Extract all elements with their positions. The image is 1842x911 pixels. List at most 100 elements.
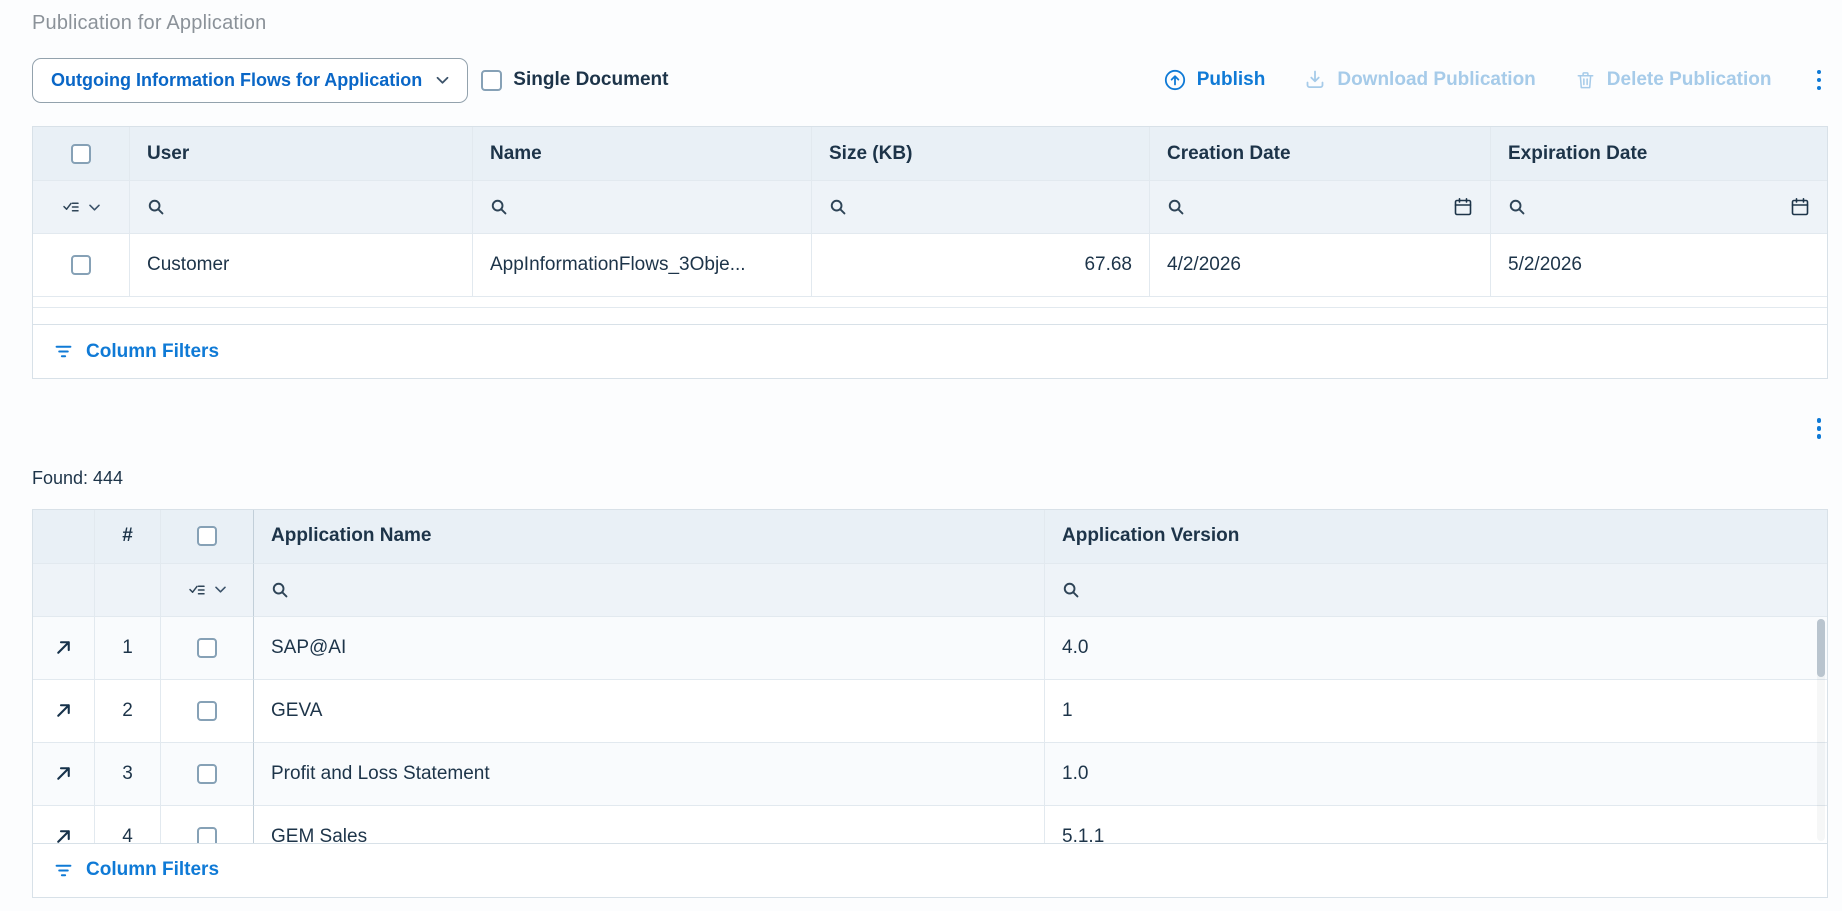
application-row[interactable]: 1 SAP@AI 4.0 xyxy=(33,617,1827,680)
grid-bottom-spacer xyxy=(33,308,1827,324)
filter-funnel-icon xyxy=(54,342,73,361)
row-number: 3 xyxy=(95,743,161,806)
download-publication-button[interactable]: Download Publication xyxy=(1303,68,1535,92)
open-row-cell xyxy=(33,806,95,843)
column-filters-button[interactable]: Column Filters xyxy=(33,843,1827,897)
search-icon xyxy=(829,198,847,216)
column-filters-label: Column Filters xyxy=(86,859,219,881)
column-header-name[interactable]: Name xyxy=(473,127,812,181)
application-name-cell: SAP@AI xyxy=(254,617,1045,680)
filter-application-version-input[interactable] xyxy=(1045,564,1827,617)
size-cell: 67.68 xyxy=(812,234,1150,297)
clipped-row xyxy=(33,297,1827,308)
calendar-icon[interactable] xyxy=(1453,197,1473,217)
row-checkbox[interactable] xyxy=(197,701,217,721)
search-icon xyxy=(147,198,165,216)
open-row-button[interactable] xyxy=(51,824,76,843)
row-checkbox-cell xyxy=(33,234,130,297)
download-icon xyxy=(1303,68,1327,92)
column-header-user[interactable]: User xyxy=(130,127,473,181)
open-row-button[interactable] xyxy=(51,761,76,786)
row-checkbox-cell xyxy=(161,743,254,806)
vertical-scrollbar[interactable] xyxy=(1817,619,1825,841)
column-header-application-version[interactable]: Application Version xyxy=(1045,510,1827,564)
row-checkbox[interactable] xyxy=(197,638,217,658)
toolbar-actions: Publish Download Publication xyxy=(1163,65,1828,96)
application-name-cell: GEVA xyxy=(254,680,1045,743)
filter-expiration-date-input[interactable] xyxy=(1491,181,1827,234)
publication-row[interactable]: Customer AppInformationFlows_3Obje... 67… xyxy=(33,234,1827,297)
column-header-creation-date[interactable]: Creation Date xyxy=(1150,127,1491,181)
checklist-filter-icon xyxy=(62,198,80,216)
publish-icon xyxy=(1163,68,1187,92)
filter-creation-date-input[interactable] xyxy=(1150,181,1491,234)
publish-label: Publish xyxy=(1197,69,1266,91)
row-number: 1 xyxy=(95,617,161,680)
column-filters-button[interactable]: Column Filters xyxy=(33,324,1827,378)
applications-rows-viewport: 1 SAP@AI 4.0 2 GEVA 1 xyxy=(33,617,1827,843)
application-version-cell: 1.0 xyxy=(1045,743,1827,806)
open-row-button[interactable] xyxy=(51,635,76,660)
publications-overflow-menu-button[interactable] xyxy=(1810,65,1829,96)
select-all-checkbox[interactable] xyxy=(71,144,91,164)
row-number: 2 xyxy=(95,680,161,743)
row-checkbox-cell xyxy=(161,806,254,843)
row-checkbox[interactable] xyxy=(71,255,91,275)
search-icon xyxy=(271,581,289,599)
filter-user-input[interactable] xyxy=(130,181,473,234)
selection-filter-cell[interactable] xyxy=(161,564,254,617)
publications-filter-row xyxy=(33,181,1827,234)
page: Publication for Application Outgoing Inf… xyxy=(0,0,1842,898)
open-row-cell xyxy=(33,680,95,743)
application-row[interactable]: 2 GEVA 1 xyxy=(33,680,1827,743)
application-version-cell: 5.1.1 xyxy=(1045,806,1827,843)
column-header-application-name[interactable]: Application Name xyxy=(254,510,1045,564)
open-row-button[interactable] xyxy=(51,698,76,723)
row-checkbox[interactable] xyxy=(197,827,217,843)
select-all-cell xyxy=(33,127,130,181)
filter-empty-cell xyxy=(33,564,95,617)
application-name-cell: GEM Sales xyxy=(254,806,1045,843)
name-cell: AppInformationFlows_3Obje... xyxy=(473,234,812,297)
open-column-header xyxy=(33,510,95,564)
chevron-down-icon xyxy=(215,586,226,593)
chevron-down-icon xyxy=(89,204,100,211)
calendar-icon[interactable] xyxy=(1790,197,1810,217)
filter-size-input[interactable] xyxy=(812,181,1150,234)
found-count: Found: 444 xyxy=(32,468,1828,489)
delete-publication-label: Delete Publication xyxy=(1607,69,1772,91)
vertical-scrollbar-thumb[interactable] xyxy=(1817,619,1825,677)
download-publication-label: Download Publication xyxy=(1337,69,1535,91)
delete-publication-button[interactable]: Delete Publication xyxy=(1574,69,1772,92)
column-header-index[interactable]: # xyxy=(95,510,161,564)
application-row[interactable]: 4 GEM Sales 5.1.1 xyxy=(33,806,1827,843)
trash-icon xyxy=(1574,69,1597,92)
open-row-cell xyxy=(33,617,95,680)
filter-application-name-input[interactable] xyxy=(254,564,1045,617)
filter-name-input[interactable] xyxy=(473,181,812,234)
application-version-cell: 4.0 xyxy=(1045,617,1827,680)
search-icon xyxy=(490,198,508,216)
applications-menu-row xyxy=(32,413,1828,444)
flow-type-dropdown[interactable]: Outgoing Information Flows for Applicati… xyxy=(32,58,468,103)
applications-grid: # Application Name Application Version xyxy=(32,509,1828,898)
publications-grid: User Name Size (KB) Creation Date Expira… xyxy=(32,126,1828,379)
column-header-expiration-date[interactable]: Expiration Date xyxy=(1491,127,1827,181)
column-filters-label: Column Filters xyxy=(86,341,219,363)
application-version-cell: 1 xyxy=(1045,680,1827,743)
application-row[interactable]: 3 Profit and Loss Statement 1.0 xyxy=(33,743,1827,806)
expiration-date-cell: 5/2/2026 xyxy=(1491,234,1827,297)
applications-header-row: # Application Name Application Version xyxy=(33,510,1827,564)
select-all-cell xyxy=(161,510,254,564)
single-document-checkbox[interactable] xyxy=(481,70,502,91)
column-header-size[interactable]: Size (KB) xyxy=(812,127,1150,181)
applications-overflow-menu-button[interactable] xyxy=(1810,413,1829,444)
single-document-field[interactable]: Single Document xyxy=(481,69,668,91)
selection-filter-cell[interactable] xyxy=(33,181,130,234)
publish-button[interactable]: Publish xyxy=(1163,68,1266,92)
flow-type-dropdown-label: Outgoing Information Flows for Applicati… xyxy=(51,70,422,91)
row-checkbox[interactable] xyxy=(197,764,217,784)
select-all-checkbox[interactable] xyxy=(197,526,217,546)
row-checkbox-cell xyxy=(161,680,254,743)
row-checkbox-cell xyxy=(161,617,254,680)
